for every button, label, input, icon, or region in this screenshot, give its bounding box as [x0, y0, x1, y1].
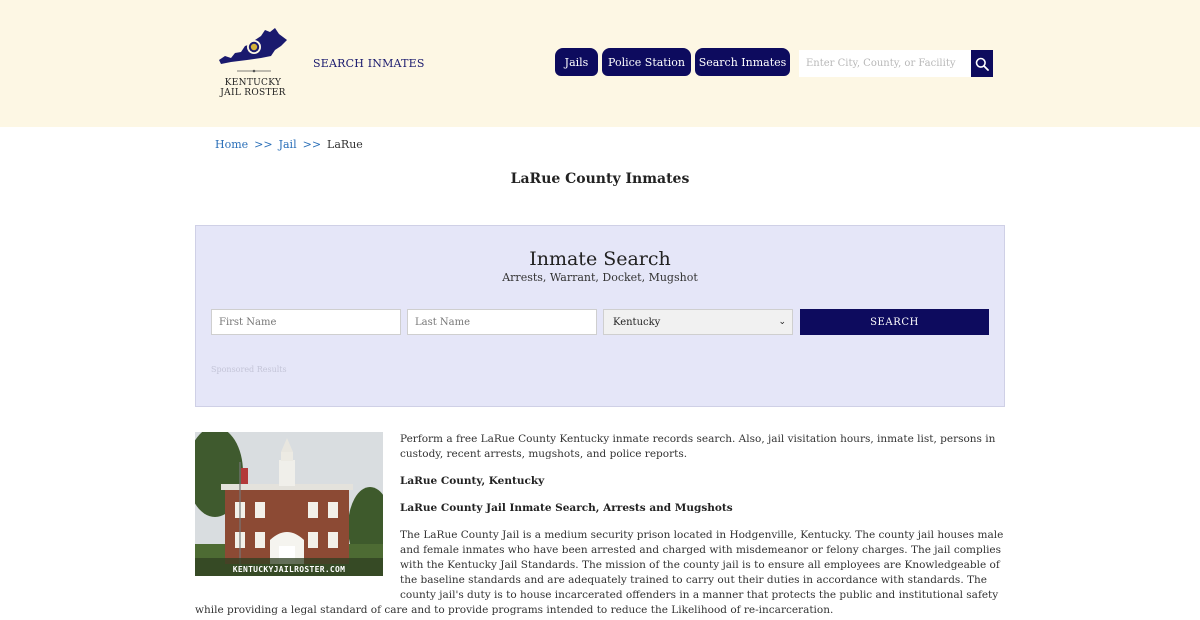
breadcrumb-jail-link[interactable]: Jail: [279, 138, 297, 151]
panel-title: Inmate Search: [529, 248, 671, 270]
kentucky-map-icon: [219, 28, 287, 73]
breadcrumb: Home >> Jail >> LaRue: [215, 138, 363, 151]
breadcrumb-current: LaRue: [327, 138, 363, 151]
logo-line-1: KENTUCKY: [224, 78, 282, 88]
facility-search-button[interactable]: [971, 50, 993, 77]
magnifier-icon: [975, 57, 989, 71]
breadcrumb-separator: >>: [302, 138, 322, 151]
page-title: LaRue County Inmates: [510, 171, 690, 187]
nav-search-inmates-button[interactable]: Search Inmates: [695, 48, 790, 76]
state-select-value: Kentucky: [613, 316, 661, 328]
search-inmates-link[interactable]: SEARCH INMATES: [313, 57, 425, 70]
inmate-search-button[interactable]: SEARCH: [800, 309, 989, 335]
inmate-search-panel: Inmate Search Arrests, Warrant, Docket, …: [195, 225, 1005, 407]
content-text: Perform a free LaRue County Kentucky inm…: [195, 432, 1005, 620]
facility-search-input[interactable]: [799, 50, 971, 77]
chevron-down-icon: ⌄: [778, 317, 786, 327]
breadcrumb-separator: >>: [254, 138, 273, 151]
logo-line-2: JAIL ROSTER: [220, 88, 286, 98]
panel-subtitle: Arrests, Warrant, Docket, Mugshot: [502, 271, 698, 284]
nav-jails-button[interactable]: Jails: [555, 48, 598, 76]
nav-police-station-button[interactable]: Police Station: [602, 48, 691, 76]
state-select[interactable]: Kentucky ⌄: [603, 309, 793, 335]
sponsored-results-label: Sponsored Results: [211, 365, 287, 374]
breadcrumb-home-link[interactable]: Home: [215, 138, 248, 151]
last-name-input[interactable]: [407, 309, 597, 335]
logo-text: KENTUCKY JAIL ROSTER: [212, 78, 294, 98]
site-header: KENTUCKY JAIL ROSTER SEARCH INMATES Jail…: [0, 0, 1200, 127]
first-name-input[interactable]: [211, 309, 401, 335]
